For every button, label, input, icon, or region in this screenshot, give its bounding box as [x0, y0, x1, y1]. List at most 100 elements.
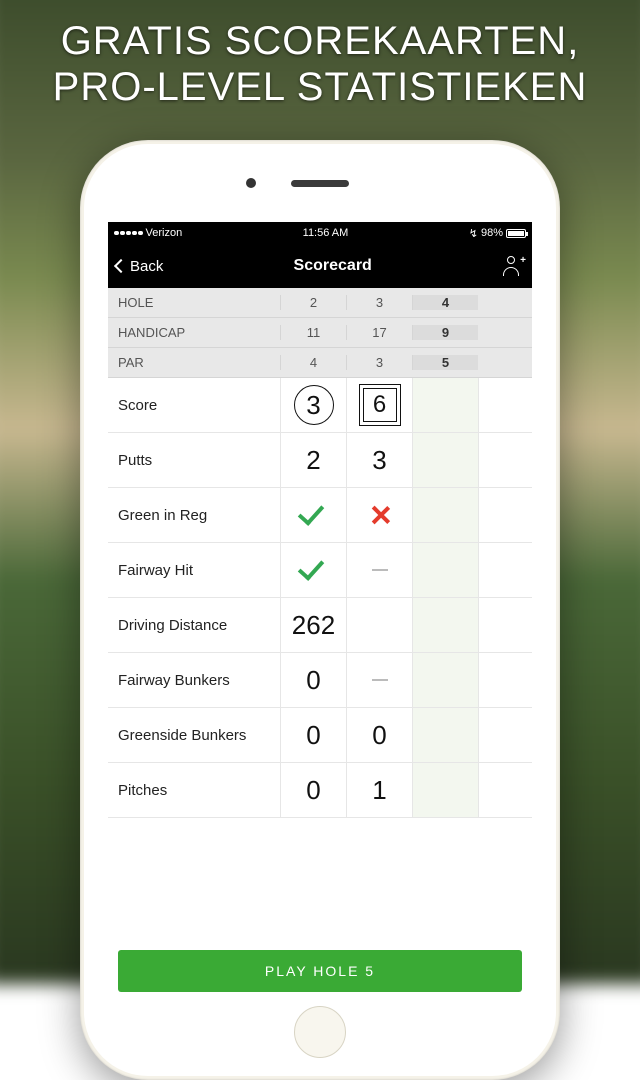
- stat-label: Driving Distance: [108, 617, 280, 634]
- stat-cell[interactable]: [412, 378, 478, 432]
- stat-rows: Score36Putts23Green in RegFairway HitDri…: [108, 378, 532, 818]
- stat-cell[interactable]: 1: [346, 763, 412, 817]
- stat-cell: [478, 653, 506, 707]
- stat-cell[interactable]: [412, 763, 478, 817]
- stat-cell[interactable]: [412, 653, 478, 707]
- stat-cell[interactable]: 3: [346, 433, 412, 487]
- header-cell[interactable]: 5: [412, 355, 478, 370]
- header-grid: HOLE234HANDICAP11179PAR435: [108, 288, 532, 378]
- double-bogey-square-icon: 6: [359, 384, 401, 426]
- status-left: Verizon: [114, 227, 182, 239]
- stat-cell: [478, 708, 506, 762]
- plus-icon: +: [520, 255, 526, 266]
- chevron-left-icon: [114, 259, 128, 273]
- stat-cell[interactable]: [346, 488, 412, 542]
- header-row: PAR435: [108, 348, 532, 378]
- header-label: PAR: [108, 355, 280, 370]
- status-time: 11:56 AM: [303, 227, 349, 239]
- carrier-label: Verizon: [146, 227, 183, 239]
- header-cell[interactable]: 3: [346, 295, 412, 310]
- back-button[interactable]: Back: [116, 258, 163, 275]
- stat-label: Greenside Bunkers: [108, 727, 280, 744]
- header-cell[interactable]: 4: [412, 295, 478, 310]
- promo-line-2: PRO-LEVEL STATISTIEKEN: [0, 64, 640, 110]
- header-row: HOLE234: [108, 288, 532, 318]
- stat-cell[interactable]: [412, 708, 478, 762]
- stat-cell: [478, 433, 506, 487]
- stat-label: Pitches: [108, 782, 280, 799]
- stat-cell: [478, 488, 506, 542]
- signal-dots-icon: [114, 231, 143, 236]
- play-hole-button[interactable]: PLAY HOLE 5: [118, 950, 522, 992]
- stat-row: Pitches01: [108, 763, 532, 818]
- stat-cell[interactable]: 262: [280, 598, 346, 652]
- stat-cell[interactable]: [280, 488, 346, 542]
- stat-label: Fairway Bunkers: [108, 672, 280, 689]
- user-icon: [507, 256, 515, 264]
- stat-cell[interactable]: [412, 433, 478, 487]
- header-cell[interactable]: 11: [280, 325, 346, 340]
- stat-row: Fairway Hit: [108, 543, 532, 598]
- stat-cell[interactable]: [412, 598, 478, 652]
- stat-row: Greenside Bunkers00: [108, 708, 532, 763]
- page-title: Scorecard: [294, 257, 372, 275]
- phone-speaker: [291, 180, 349, 187]
- stat-cell[interactable]: 2: [280, 433, 346, 487]
- header-label: HANDICAP: [108, 325, 280, 340]
- stat-label: Putts: [108, 452, 280, 469]
- header-row: HANDICAP11179: [108, 318, 532, 348]
- header-cell[interactable]: 4: [280, 355, 346, 370]
- birdie-circle-icon: 3: [294, 385, 334, 425]
- header-label: HOLE: [108, 295, 280, 310]
- phone-inner: Verizon 11:56 AM ↯ 98% Back Scorecard: [84, 144, 556, 1076]
- phone-camera: [246, 178, 256, 188]
- stat-cell[interactable]: [346, 598, 412, 652]
- dash-icon: [372, 569, 388, 572]
- promo-headline: GRATIS SCOREKAARTEN, PRO-LEVEL STATISTIE…: [0, 18, 640, 110]
- stat-cell[interactable]: [346, 543, 412, 597]
- promo-line-1: GRATIS SCOREKAARTEN,: [0, 18, 640, 64]
- check-icon: [297, 554, 323, 581]
- stat-label: Green in Reg: [108, 507, 280, 524]
- stat-cell[interactable]: [412, 488, 478, 542]
- add-player-button[interactable]: +: [502, 256, 524, 276]
- battery-percent: 98%: [481, 227, 503, 239]
- stat-row: Fairway Bunkers0: [108, 653, 532, 708]
- header-cell[interactable]: 9: [412, 325, 478, 340]
- stat-cell[interactable]: 0: [280, 653, 346, 707]
- stat-cell[interactable]: [280, 543, 346, 597]
- stat-cell[interactable]: [346, 653, 412, 707]
- stat-cell[interactable]: 6: [346, 378, 412, 432]
- phone-screen: Verizon 11:56 AM ↯ 98% Back Scorecard: [108, 222, 532, 998]
- stat-cell[interactable]: 3: [280, 378, 346, 432]
- header-cell[interactable]: 2: [280, 295, 346, 310]
- charging-icon: ↯: [469, 227, 478, 240]
- check-icon: [297, 499, 323, 526]
- cross-icon: [369, 504, 391, 526]
- battery-icon: [506, 229, 526, 238]
- stat-row: Green in Reg: [108, 488, 532, 543]
- phone-frame: Verizon 11:56 AM ↯ 98% Back Scorecard: [80, 140, 560, 1080]
- play-hole-label: PLAY HOLE 5: [265, 963, 375, 979]
- stat-label: Score: [108, 397, 280, 414]
- stat-cell: [478, 378, 506, 432]
- stat-label: Fairway Hit: [108, 562, 280, 579]
- stat-cell: [478, 598, 506, 652]
- home-button[interactable]: [294, 1006, 346, 1058]
- stat-row: Putts23: [108, 433, 532, 488]
- stat-cell[interactable]: 0: [280, 763, 346, 817]
- header-cell[interactable]: 17: [346, 325, 412, 340]
- stat-cell: [478, 543, 506, 597]
- stat-row: Driving Distance262: [108, 598, 532, 653]
- stat-cell[interactable]: 0: [346, 708, 412, 762]
- nav-bar: Back Scorecard +: [108, 244, 532, 288]
- dash-icon: [372, 679, 388, 682]
- status-right: ↯ 98%: [469, 227, 526, 240]
- status-bar: Verizon 11:56 AM ↯ 98%: [108, 222, 532, 244]
- back-label: Back: [130, 258, 163, 275]
- header-cell[interactable]: 3: [346, 355, 412, 370]
- stat-cell[interactable]: 0: [280, 708, 346, 762]
- stat-cell: [478, 763, 506, 817]
- stat-row: Score 36: [108, 378, 532, 433]
- stat-cell[interactable]: [412, 543, 478, 597]
